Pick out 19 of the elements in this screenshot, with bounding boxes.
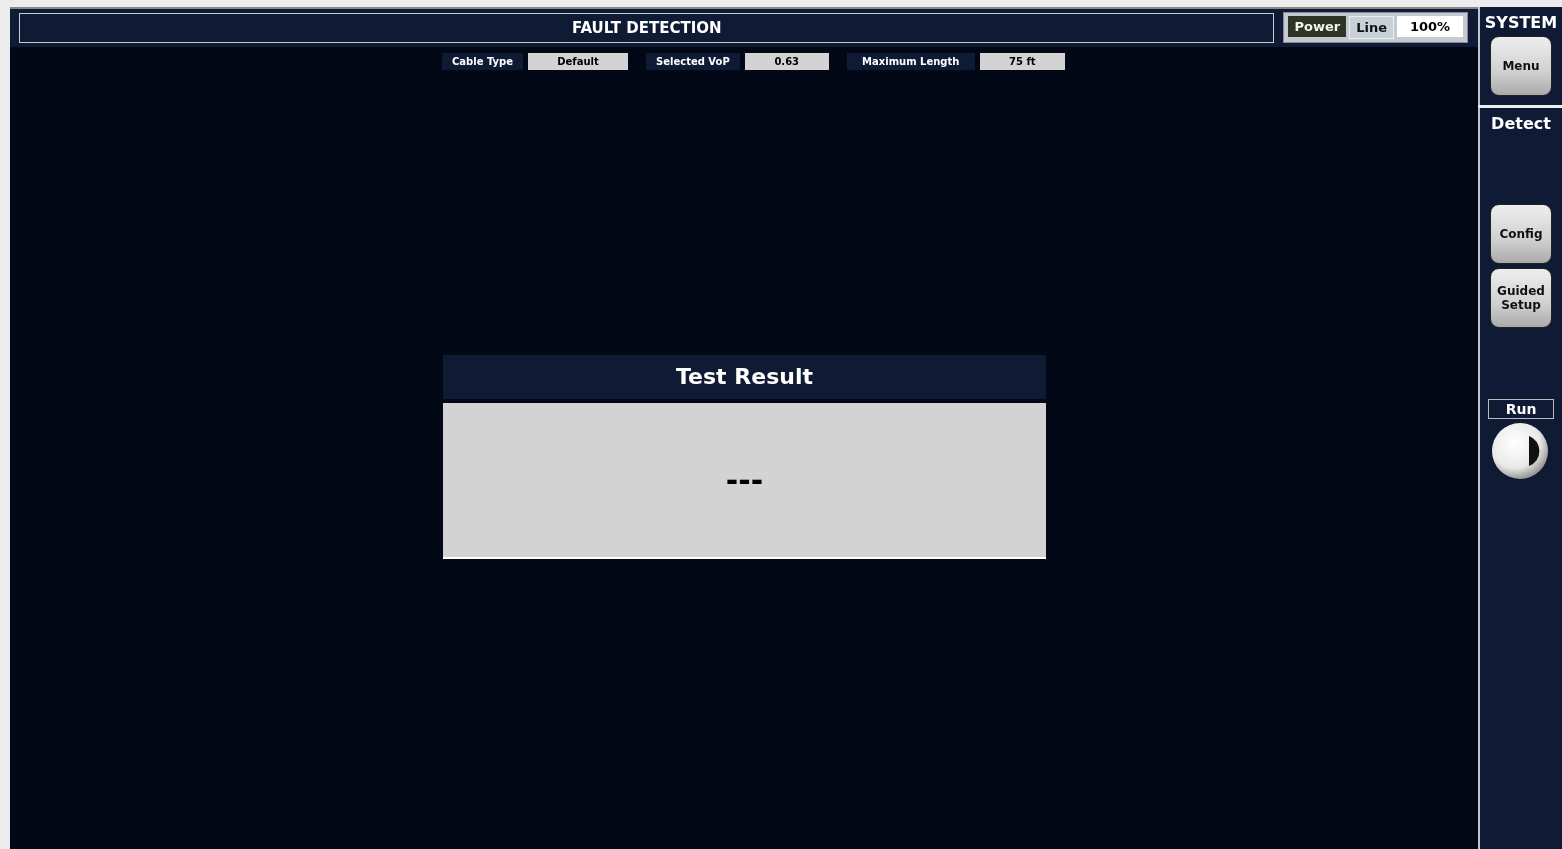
- section-title: SYSTEM: [1484, 13, 1558, 32]
- parameter-label: Maximum Length: [846, 53, 975, 70]
- battery-level: 100%: [1397, 16, 1463, 37]
- parameter-label: Selected VoP: [646, 53, 740, 70]
- section-title: Detect: [1491, 114, 1551, 133]
- parameter-value: 75 ft: [979, 53, 1065, 70]
- result-display: ---: [443, 403, 1046, 559]
- parameter-value: 0.63: [744, 53, 829, 70]
- run-knob[interactable]: [1491, 422, 1551, 482]
- screen-title: FAULT DETECTION: [19, 12, 1275, 43]
- power-indicator: Power: [1288, 16, 1347, 37]
- side-button[interactable]: Config: [1490, 204, 1552, 264]
- menu-button[interactable]: Menu: [1490, 36, 1552, 96]
- run-label: Run: [1488, 399, 1554, 419]
- parameter-label: Cable Type: [442, 53, 524, 70]
- parameter-value: Default: [528, 53, 629, 70]
- side-button[interactable]: Guided Setup: [1490, 268, 1552, 328]
- source-indicator: Line: [1349, 16, 1394, 39]
- result-header: Test Result: [443, 355, 1046, 399]
